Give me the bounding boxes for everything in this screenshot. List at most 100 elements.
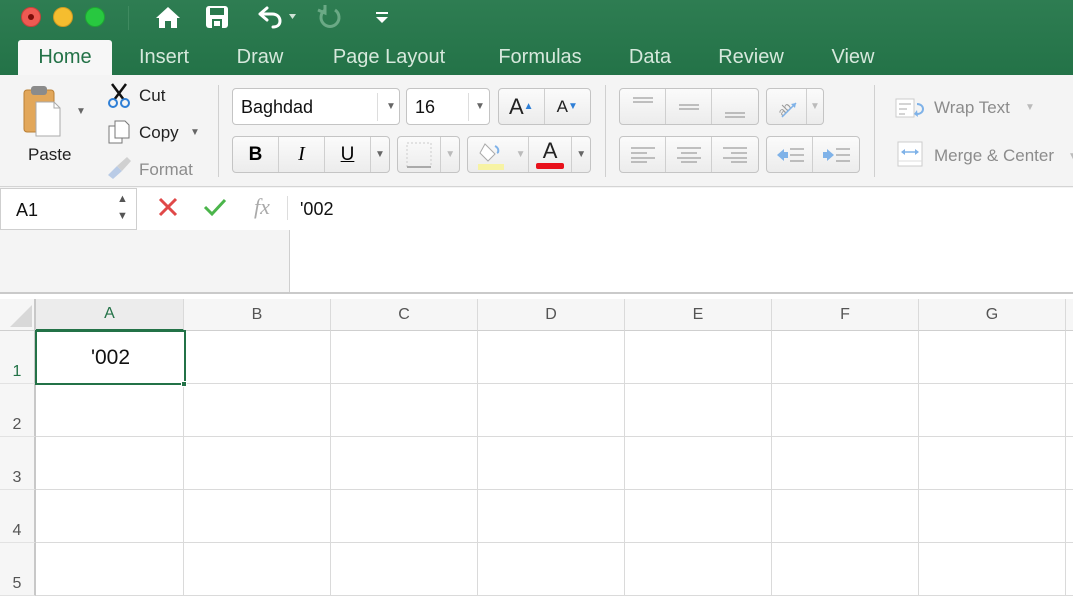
wrap-text-dropdown-icon[interactable]: ▼ (1025, 102, 1035, 113)
cancel-edit-icon[interactable] (157, 196, 179, 223)
cell[interactable] (919, 490, 1066, 543)
row-header-2[interactable]: 2 (0, 384, 36, 437)
font-color-button[interactable]: A (529, 137, 573, 172)
align-left-button[interactable] (620, 137, 666, 172)
decrease-font-size-button[interactable]: A ▼ (545, 89, 591, 124)
cell[interactable] (36, 384, 184, 437)
insert-function-icon[interactable]: fx (254, 194, 270, 220)
column-header-g[interactable]: G (919, 299, 1066, 331)
paste-button[interactable] (22, 84, 66, 144)
cell[interactable] (1066, 384, 1073, 437)
cell[interactable] (331, 384, 478, 437)
cut-button[interactable]: Cut (139, 86, 165, 106)
column-header-e[interactable]: E (625, 299, 772, 331)
cell[interactable] (331, 331, 478, 384)
align-center-button[interactable] (666, 137, 712, 172)
align-middle-button[interactable] (666, 89, 712, 124)
font-color-dropdown[interactable]: ▼ (572, 137, 590, 172)
customize-toolbar-icon[interactable] (372, 2, 392, 32)
row-header-3[interactable]: 3 (0, 437, 36, 490)
align-top-button[interactable] (620, 89, 666, 124)
formula-input[interactable]: '002 (300, 199, 333, 220)
cell[interactable] (919, 437, 1066, 490)
cell[interactable] (184, 384, 331, 437)
column-header-c[interactable]: C (331, 299, 478, 331)
cell[interactable] (184, 437, 331, 490)
bold-button[interactable]: B (233, 137, 279, 172)
cell[interactable] (1066, 437, 1073, 490)
cell[interactable] (184, 331, 331, 384)
formula-input-expanded[interactable] (289, 230, 1073, 292)
column-header-b[interactable]: B (184, 299, 331, 331)
format-painter-button[interactable]: Format (139, 160, 193, 180)
cell[interactable] (625, 331, 772, 384)
cell[interactable] (1066, 543, 1073, 596)
cell[interactable] (1066, 490, 1073, 543)
orientation-button[interactable]: ab ▼ (766, 88, 824, 125)
cell[interactable] (184, 490, 331, 543)
borders-button[interactable]: ▼ (397, 136, 460, 173)
column-header-h[interactable] (1066, 299, 1073, 331)
cell[interactable] (478, 331, 625, 384)
copy-button[interactable]: Copy (139, 123, 179, 143)
column-header-a[interactable]: A (36, 299, 184, 331)
tab-page-layout[interactable]: Page Layout (318, 40, 460, 75)
row-header-4[interactable]: 4 (0, 490, 36, 543)
cell[interactable] (478, 437, 625, 490)
tab-home[interactable]: Home (18, 40, 112, 75)
cell[interactable] (478, 543, 625, 596)
home-icon[interactable] (153, 2, 183, 32)
merge-center-dropdown-icon[interactable]: ▼ (1068, 151, 1073, 162)
decrease-indent-button[interactable] (767, 137, 814, 172)
tab-formulas[interactable]: Formulas (482, 40, 598, 75)
row-header-5[interactable]: 5 (0, 543, 36, 596)
cell[interactable] (772, 490, 919, 543)
italic-button[interactable]: I (279, 137, 325, 172)
merge-center-button[interactable]: Merge & Center (934, 146, 1054, 166)
align-right-button[interactable] (712, 137, 758, 172)
cell[interactable] (478, 384, 625, 437)
font-size-select[interactable]: 16 ▼ (406, 88, 490, 125)
tab-insert[interactable]: Insert (122, 40, 206, 75)
cell[interactable] (625, 543, 772, 596)
tab-review[interactable]: Review (705, 40, 797, 75)
cell[interactable] (919, 384, 1066, 437)
cell[interactable] (36, 437, 184, 490)
cell[interactable] (184, 543, 331, 596)
font-name-select[interactable]: Baghdad ▼ (232, 88, 400, 125)
name-box-up-icon[interactable]: ▲ (117, 193, 128, 205)
cell[interactable] (772, 331, 919, 384)
cell[interactable] (919, 543, 1066, 596)
cell[interactable] (772, 543, 919, 596)
cell[interactable] (1066, 331, 1073, 384)
column-header-f[interactable]: F (772, 299, 919, 331)
cell[interactable] (772, 384, 919, 437)
undo-icon[interactable] (253, 2, 299, 32)
fill-color-button[interactable] (468, 137, 513, 172)
tab-data[interactable]: Data (617, 40, 683, 75)
paste-dropdown-icon[interactable]: ▼ (76, 106, 86, 117)
increase-indent-button[interactable] (813, 137, 859, 172)
fill-handle[interactable] (181, 381, 187, 387)
underline-button[interactable]: U (325, 137, 371, 172)
zoom-window-button[interactable] (85, 7, 105, 27)
select-all-button[interactable] (0, 299, 36, 331)
row-header-1[interactable]: 1 (0, 331, 36, 384)
cell[interactable] (331, 490, 478, 543)
cell[interactable] (625, 437, 772, 490)
save-icon[interactable] (203, 2, 231, 32)
cell[interactable] (625, 490, 772, 543)
tab-draw[interactable]: Draw (222, 40, 298, 75)
minimize-window-button[interactable] (53, 7, 73, 27)
align-bottom-button[interactable] (712, 89, 758, 124)
cell[interactable] (478, 490, 625, 543)
increase-font-size-button[interactable]: A ▲ (499, 89, 545, 124)
cell-a1-selected[interactable]: '002 (35, 330, 186, 385)
name-box-down-icon[interactable]: ▼ (117, 210, 128, 222)
wrap-text-button[interactable]: Wrap Text (934, 98, 1010, 118)
cell[interactable] (331, 437, 478, 490)
cell[interactable] (331, 543, 478, 596)
cell[interactable] (36, 543, 184, 596)
cell[interactable] (36, 490, 184, 543)
copy-dropdown-icon[interactable]: ▼ (190, 127, 200, 138)
